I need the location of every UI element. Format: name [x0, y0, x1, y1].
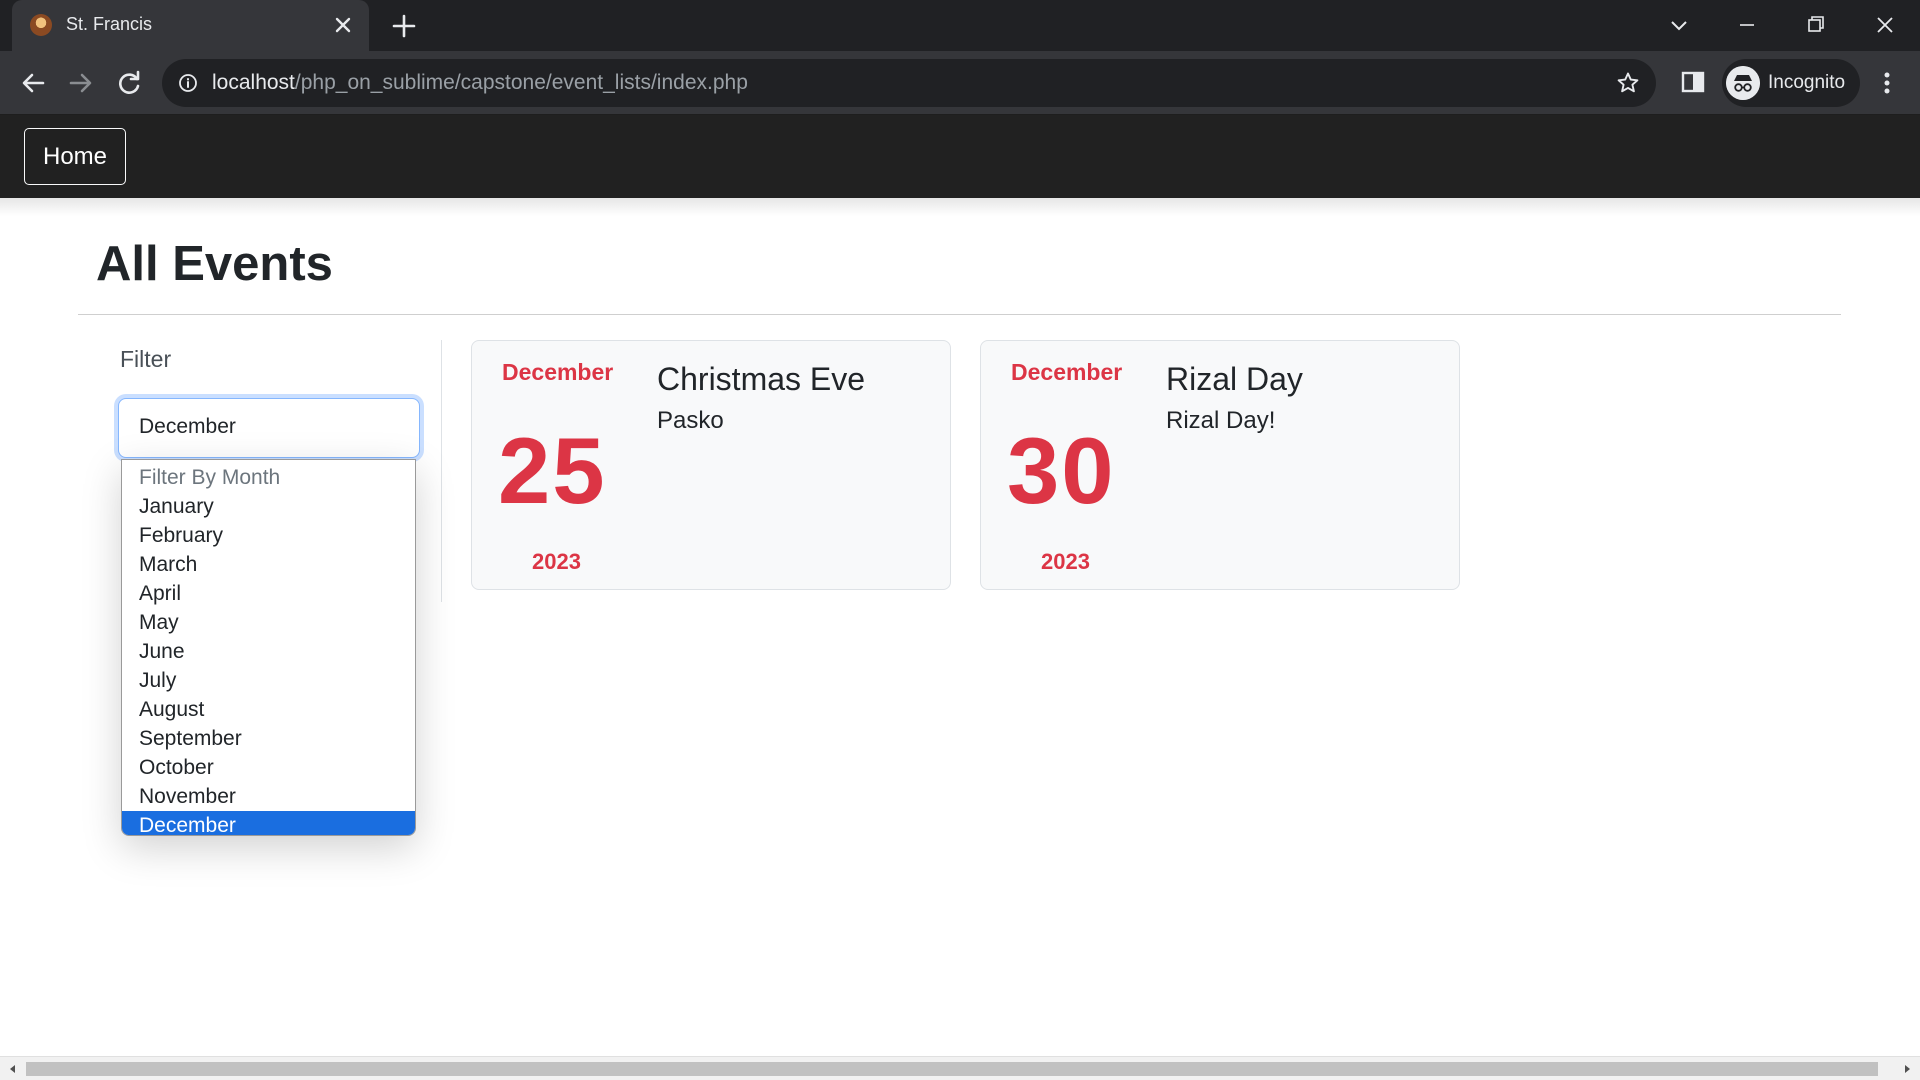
tab-close-icon[interactable] [331, 13, 355, 37]
browser-toolbar: localhost/php_on_sublime/capstone/event_… [0, 51, 1920, 115]
navbar-shadow [0, 198, 1920, 216]
option-november[interactable]: November [122, 782, 415, 811]
horizontal-scrollbar[interactable] [0, 1056, 1920, 1080]
url-host: localhost [212, 71, 295, 94]
option-june[interactable]: June [122, 637, 415, 666]
event-card[interactable]: December 25 2023 Christmas Eve Pasko [471, 340, 951, 590]
horizontal-scrollbar-thumb[interactable] [26, 1062, 1878, 1076]
browser-tab[interactable]: St. Francis [12, 0, 369, 51]
event-year: 2023 [1041, 549, 1090, 574]
incognito-icon [1726, 66, 1760, 100]
url-path: /php_on_sublime/capstone/event_lists/ind… [294, 71, 748, 94]
home-button[interactable]: Home [24, 128, 127, 185]
scroll-right-arrow-icon[interactable] [1900, 1062, 1914, 1076]
event-title: Christmas Eve [657, 361, 866, 397]
event-description: Pasko [657, 407, 724, 434]
filter-column-divider [441, 340, 442, 602]
month-filter-select[interactable]: December [118, 398, 420, 458]
url-text[interactable]: localhost/php_on_sublime/capstone/event_… [212, 71, 748, 95]
site-info-icon[interactable] [178, 73, 198, 93]
address-bar[interactable]: localhost/php_on_sublime/capstone/event_… [162, 59, 1656, 107]
event-year: 2023 [532, 549, 581, 574]
reload-icon[interactable] [113, 67, 145, 99]
scroll-left-arrow-icon[interactable] [6, 1062, 20, 1076]
month-filter-dropdown[interactable]: Filter By Month January February March A… [121, 459, 416, 836]
bookmark-star-icon[interactable] [1616, 71, 1640, 95]
event-description: Rizal Day! [1166, 407, 1276, 434]
incognito-profile-button[interactable]: Incognito [1722, 59, 1860, 107]
option-may[interactable]: May [122, 608, 415, 637]
title-divider [78, 314, 1841, 315]
event-day: 30 [1007, 418, 1116, 523]
browser-menu-icon[interactable] [1872, 67, 1902, 99]
browser-tabstrip: St. Francis [0, 0, 1920, 51]
tab-search-chevron-icon[interactable] [1662, 10, 1696, 40]
event-title: Rizal Day [1166, 361, 1303, 397]
tab-title: St. Francis [66, 14, 153, 34]
option-january[interactable]: January [122, 492, 415, 521]
site-navbar: Home [0, 115, 1920, 198]
back-arrow-icon[interactable] [17, 67, 49, 99]
incognito-label: Incognito [1768, 72, 1846, 93]
option-october[interactable]: October [122, 753, 415, 782]
restore-icon[interactable] [1798, 10, 1832, 40]
site-favicon-icon [30, 14, 52, 36]
option-march[interactable]: March [122, 550, 415, 579]
event-card[interactable]: December 30 2023 Rizal Day Rizal Day! [980, 340, 1460, 590]
page-title: All Events [96, 237, 333, 291]
event-month: December [502, 359, 614, 385]
month-filter-value: December [139, 415, 236, 438]
option-filter-by-month[interactable]: Filter By Month [122, 463, 415, 492]
close-window-icon[interactable] [1868, 10, 1902, 40]
minimize-icon[interactable] [1730, 10, 1764, 40]
filter-label: Filter [120, 346, 172, 372]
option-april[interactable]: April [122, 579, 415, 608]
forward-arrow-icon[interactable] [65, 67, 97, 99]
side-panel-icon[interactable] [1678, 67, 1708, 97]
event-day: 25 [498, 418, 607, 523]
option-february[interactable]: February [122, 521, 415, 550]
new-tab-icon[interactable] [390, 12, 418, 40]
option-december[interactable]: December [122, 811, 415, 835]
option-september[interactable]: September [122, 724, 415, 753]
event-month: December [1011, 359, 1123, 385]
option-august[interactable]: August [122, 695, 415, 724]
option-july[interactable]: July [122, 666, 415, 695]
